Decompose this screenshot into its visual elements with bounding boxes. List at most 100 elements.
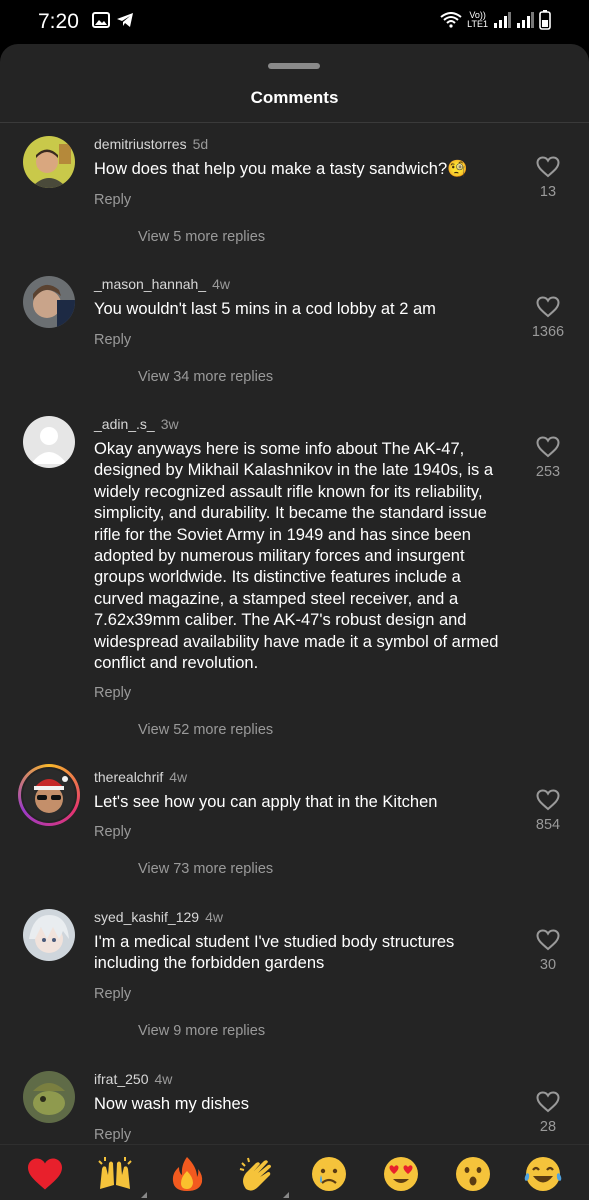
comment-text: You wouldn't last 5 mins in a cod lobby …	[94, 300, 436, 318]
avatar-story-ring[interactable]	[18, 764, 80, 826]
avatar[interactable]	[23, 1071, 75, 1123]
like-count: 1366	[531, 324, 565, 340]
signal-icon-1	[494, 12, 511, 28]
battery-icon	[539, 10, 551, 30]
username-text[interactable]: _adin_.s_	[94, 416, 155, 432]
like-button[interactable]: 253	[528, 436, 568, 480]
comment-time: 4w	[205, 909, 223, 925]
avatar[interactable]	[23, 416, 75, 468]
comment-text: How does that help you make a tasty sand…	[94, 160, 468, 178]
status-bar: 7:20 Vo)) LTE1	[0, 0, 589, 44]
like-count: 30	[539, 957, 557, 973]
gallery-icon	[92, 12, 110, 28]
status-left-icons	[92, 12, 134, 28]
network-type: Vo)) LTE1	[467, 11, 488, 29]
comment-time: 4w	[212, 276, 231, 292]
heart-outline-icon[interactable]	[536, 156, 560, 178]
heart-outline-icon[interactable]	[536, 436, 560, 458]
raising-hands-icon	[98, 1157, 132, 1189]
surprised-face-emoji-button[interactable]	[453, 1154, 493, 1194]
view-replies-button[interactable]: View 34 more replies	[138, 369, 273, 385]
variant-indicator	[141, 1192, 147, 1198]
avatar-image	[23, 276, 75, 328]
red-heart-emoji-button[interactable]	[25, 1154, 65, 1194]
quick-reaction-bar	[0, 1144, 589, 1200]
heart-outline-icon[interactable]	[536, 296, 560, 318]
fire-emoji-button[interactable]	[167, 1154, 207, 1194]
avatar	[23, 769, 75, 821]
avatar-image	[23, 769, 75, 821]
comments-sheet: Comments demitriustorres 5d How does that…	[0, 44, 589, 1144]
tears-of-joy-icon	[524, 1157, 562, 1191]
reply-button[interactable]: Reply	[94, 824, 131, 840]
view-replies-button[interactable]: View 5 more replies	[138, 229, 265, 245]
avatar[interactable]	[23, 136, 75, 188]
network-type-bottom: LTE1	[467, 19, 488, 29]
comment-username[interactable]: demitriustorres 5d	[94, 136, 208, 152]
comment-time: 4w	[154, 1071, 173, 1087]
comment-text: I'm a medical student I've studied body …	[94, 933, 455, 973]
divider	[0, 122, 589, 123]
username-text[interactable]: _mason_hannah_	[94, 276, 206, 292]
avatar-image	[23, 1071, 75, 1123]
like-count: 28	[539, 1119, 557, 1135]
heart-outline-icon[interactable]	[536, 1091, 560, 1113]
sheet-title: Comments	[250, 88, 339, 107]
comment-time: 3w	[160, 416, 179, 432]
status-time: 7:20	[38, 10, 79, 33]
comment-username[interactable]: _adin_.s_ 3w	[94, 416, 179, 432]
variant-indicator	[283, 1192, 289, 1198]
reply-button[interactable]: Reply	[94, 986, 131, 1002]
clapping-hands-icon	[239, 1157, 271, 1191]
view-replies-button[interactable]: View 73 more replies	[138, 861, 273, 877]
heart-outline-icon[interactable]	[536, 789, 560, 811]
reply-button[interactable]: Reply	[94, 192, 131, 208]
drag-handle[interactable]	[268, 63, 320, 69]
username-text[interactable]: syed_kashif_129	[94, 909, 199, 925]
comment-username[interactable]: ifrat_250 4w	[94, 1071, 172, 1087]
username-text[interactable]: demitriustorres	[94, 136, 187, 152]
reply-button[interactable]: Reply	[94, 685, 131, 701]
surprised-face-icon	[456, 1157, 490, 1191]
like-button[interactable]: 1366	[528, 296, 568, 340]
status-right-icons: Vo)) LTE1	[440, 10, 551, 30]
avatar-ring-inner	[21, 767, 77, 823]
red-heart-icon	[28, 1158, 62, 1190]
crying-face-icon	[312, 1157, 346, 1191]
default-avatar-icon	[23, 416, 75, 468]
comment-text: Okay anyways here is some info about The…	[94, 440, 499, 673]
heart-outline-icon[interactable]	[536, 929, 560, 951]
like-count: 13	[539, 184, 557, 200]
view-replies-button[interactable]: View 9 more replies	[138, 1023, 265, 1039]
like-count: 253	[535, 464, 561, 480]
reply-button[interactable]: Reply	[94, 332, 131, 348]
like-button[interactable]: 30	[528, 929, 568, 973]
username-text[interactable]: ifrat_250	[94, 1071, 148, 1087]
comment-time: 5d	[192, 136, 209, 152]
comment-text: Now wash my dishes	[94, 1095, 249, 1113]
clapping-hands-emoji-button[interactable]	[237, 1154, 289, 1198]
fire-icon	[172, 1157, 203, 1191]
avatar[interactable]	[23, 276, 75, 328]
avatar-image	[23, 136, 75, 188]
view-replies-button[interactable]: View 52 more replies	[138, 722, 273, 738]
username-text[interactable]: therealchrif	[94, 769, 163, 785]
avatar-image	[23, 909, 75, 961]
reply-button[interactable]: Reply	[94, 1127, 131, 1143]
like-button[interactable]: 13	[528, 156, 568, 200]
comment-username[interactable]: _mason_hannah_ 4w	[94, 276, 230, 292]
comment-username[interactable]: syed_kashif_129 4w	[94, 909, 223, 925]
like-button[interactable]: 28	[528, 1091, 568, 1135]
tears-of-joy-emoji-button[interactable]	[523, 1154, 563, 1194]
comment-username[interactable]: therealchrif 4w	[94, 769, 187, 785]
crying-face-emoji-button[interactable]	[309, 1154, 349, 1194]
comment-time: 4w	[169, 769, 188, 785]
avatar[interactable]	[23, 909, 75, 961]
like-count: 854	[535, 817, 561, 833]
heart-eyes-icon	[384, 1157, 418, 1191]
like-button[interactable]: 854	[528, 789, 568, 833]
telegram-icon	[117, 13, 133, 27]
heart-eyes-emoji-button[interactable]	[381, 1154, 421, 1194]
raising-hands-emoji-button[interactable]	[95, 1154, 147, 1198]
signal-icon-2	[517, 12, 534, 28]
